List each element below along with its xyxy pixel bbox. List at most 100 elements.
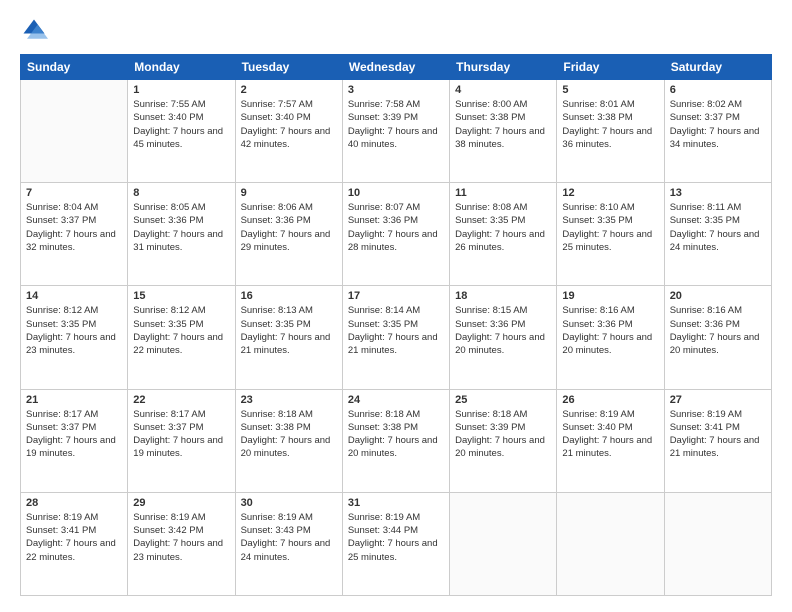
sunset: Sunset: 3:36 PM <box>241 215 311 226</box>
daylight: Daylight: 7 hours and 36 minutes. <box>562 126 652 150</box>
cell-content: Sunrise: 8:14 AMSunset: 3:35 PMDaylight:… <box>348 304 444 357</box>
daylight: Daylight: 7 hours and 25 minutes. <box>562 229 652 253</box>
sunrise: Sunrise: 8:04 AM <box>26 202 98 213</box>
cell-content: Sunrise: 8:11 AMSunset: 3:35 PMDaylight:… <box>670 201 766 254</box>
sunset: Sunset: 3:37 PM <box>670 112 740 123</box>
cell-content: Sunrise: 8:19 AMSunset: 3:41 PMDaylight:… <box>670 408 766 461</box>
day-number: 22 <box>133 394 229 406</box>
daylight: Daylight: 7 hours and 20 minutes. <box>455 435 545 459</box>
sunset: Sunset: 3:41 PM <box>26 525 96 536</box>
calendar-day-header: Monday <box>128 55 235 80</box>
calendar-cell: 31Sunrise: 8:19 AMSunset: 3:44 PMDayligh… <box>342 492 449 595</box>
day-number: 9 <box>241 187 337 199</box>
calendar-cell: 30Sunrise: 8:19 AMSunset: 3:43 PMDayligh… <box>235 492 342 595</box>
day-number: 1 <box>133 84 229 96</box>
calendar-cell: 1Sunrise: 7:55 AMSunset: 3:40 PMDaylight… <box>128 80 235 183</box>
calendar-cell: 18Sunrise: 8:15 AMSunset: 3:36 PMDayligh… <box>450 286 557 389</box>
sunset: Sunset: 3:38 PM <box>241 422 311 433</box>
calendar-table: SundayMondayTuesdayWednesdayThursdayFrid… <box>20 54 772 596</box>
day-number: 31 <box>348 497 444 509</box>
day-number: 11 <box>455 187 551 199</box>
calendar-cell: 19 Sunrise: 8:16 AMSunset: 3:36 PMDayligh… <box>557 286 664 389</box>
cell-content: Sunrise: 8:18 AM Sunset: 3:39 PM Daylight:… <box>455 408 551 461</box>
sunrise: Sunrise: 8:18 AM <box>455 409 527 420</box>
cell-content: Sunrise: 8:06 AM Sunset: 3:36 PM Daylight:… <box>241 201 337 254</box>
sunset: Sunset: 3:42 PM <box>133 525 203 536</box>
calendar-cell: 25 Sunrise: 8:18 AM Sunset: 3:39 PM Dayligh… <box>450 389 557 492</box>
cell-content: Sunrise: 7:57 AMSunset: 3:40 PMDaylight:… <box>241 98 337 151</box>
daylight: Daylight: 7 hours and 20 minutes. <box>670 332 760 356</box>
calendar-cell: 2Sunrise: 7:57 AMSunset: 3:40 PMDaylight… <box>235 80 342 183</box>
calendar-cell: 28 Sunrise: 8:19 AMSunset: 3:41 PMDayligh… <box>21 492 128 595</box>
cell-content: Sunrise: 8:16 AMSunset: 3:36 PMDaylight:… <box>562 304 658 357</box>
day-number: 30 <box>241 497 337 509</box>
calendar-cell: 15Sunrise: 8:12 AMSunset: 3:35 PMDayligh… <box>128 286 235 389</box>
day-number: 21 <box>26 394 122 406</box>
day-number: 29 <box>133 497 229 509</box>
calendar-header-row: SundayMondayTuesdayWednesdayThursdayFrid… <box>21 55 772 80</box>
daylight: Daylight: 7 hours and 32 minutes. <box>26 229 116 253</box>
sunset: Sunset: 3:36 PM <box>348 215 418 226</box>
calendar-cell: 29Sunrise: 8:19 AMSunset: 3:42 PMDayligh… <box>128 492 235 595</box>
calendar-day-header: Wednesday <box>342 55 449 80</box>
sunrise: Sunrise: 8:06 AM <box>241 202 313 213</box>
daylight: Daylight: 7 hours and 31 minutes. <box>133 229 223 253</box>
calendar-day-header: Sunday <box>21 55 128 80</box>
day-number: 7 <box>26 187 122 199</box>
daylight: Daylight: 7 hours and 21 minutes. <box>670 435 760 459</box>
daylight: Daylight: 7 hours and 40 minutes. <box>348 126 438 150</box>
day-number: 25 <box>455 394 551 406</box>
daylight: Daylight: 7 hours and 34 minutes. <box>670 126 760 150</box>
day-number: 17 <box>348 290 444 302</box>
daylight: Daylight: 7 hours and 26 minutes. <box>455 229 545 253</box>
daylight: Daylight: 7 hours and 42 minutes. <box>241 126 331 150</box>
daylight: Daylight: 7 hours and 19 minutes. <box>26 435 116 459</box>
sunset: Sunset: 3:38 PM <box>348 422 418 433</box>
daylight: Daylight: 7 hours and 21 minutes. <box>348 332 438 356</box>
sunrise: Sunrise: 8:14 AM <box>348 305 420 316</box>
calendar-cell <box>664 492 771 595</box>
calendar-week-row: 21Sunrise: 8:17 AMSunset: 3:37 PMDayligh… <box>21 389 772 492</box>
sunset: Sunset: 3:35 PM <box>26 319 96 330</box>
sunrise: Sunrise: 8:08 AM <box>455 202 527 213</box>
day-number: 3 <box>348 84 444 96</box>
sunrise: Sunrise: 8:19 AM <box>562 409 634 420</box>
calendar-cell: 13Sunrise: 8:11 AMSunset: 3:35 PMDayligh… <box>664 183 771 286</box>
daylight: Daylight: 7 hours and 22 minutes. <box>26 538 116 562</box>
calendar-day-header: Thursday <box>450 55 557 80</box>
sunset: Sunset: 3:35 PM <box>241 319 311 330</box>
calendar-day-header: Friday <box>557 55 664 80</box>
sunset: Sunset: 3:43 PM <box>241 525 311 536</box>
sunset: Sunset: 3:35 PM <box>455 215 525 226</box>
sunrise: Sunrise: 8:18 AM <box>241 409 313 420</box>
calendar-cell: 10Sunrise: 8:07 AMSunset: 3:36 PMDayligh… <box>342 183 449 286</box>
sunrise: Sunrise: 8:02 AM <box>670 99 742 110</box>
sunset: Sunset: 3:39 PM <box>455 422 525 433</box>
sunset: Sunset: 3:40 PM <box>241 112 311 123</box>
daylight: Daylight: 7 hours and 29 minutes. <box>241 229 331 253</box>
sunrise: Sunrise: 8:01 AM <box>562 99 634 110</box>
sunrise: Sunrise: 7:58 AM <box>348 99 420 110</box>
sunrise: Sunrise: 8:19 AM <box>133 512 205 523</box>
cell-content: Sunrise: 8:19 AMSunset: 3:40 PMDaylight:… <box>562 408 658 461</box>
calendar-cell: 11 Sunrise: 8:08 AM Sunset: 3:35 PM Dayligh… <box>450 183 557 286</box>
cell-content: Sunrise: 8:01 AMSunset: 3:38 PMDaylight:… <box>562 98 658 151</box>
day-number: 20 <box>670 290 766 302</box>
calendar-day-header: Saturday <box>664 55 771 80</box>
day-number: 28 <box>26 497 122 509</box>
day-number: 27 <box>670 394 766 406</box>
cell-content: Sunrise: 8:19 AMSunset: 3:42 PMDaylight:… <box>133 511 229 564</box>
cell-content: Sunrise: 8:00 AMSunset: 3:38 PMDaylight:… <box>455 98 551 151</box>
cell-content: Sunrise: 8:19 AMSunset: 3:41 PMDaylight:… <box>26 511 122 564</box>
day-number: 19 <box>562 290 658 302</box>
sunset: Sunset: 3:40 PM <box>562 422 632 433</box>
sunrise: Sunrise: 8:19 AM <box>348 512 420 523</box>
day-number: 5 <box>562 84 658 96</box>
day-number: 23 <box>241 394 337 406</box>
sunrise: Sunrise: 8:07 AM <box>348 202 420 213</box>
sunset: Sunset: 3:36 PM <box>455 319 525 330</box>
day-number: 16 <box>241 290 337 302</box>
day-number: 26 <box>562 394 658 406</box>
cell-content: Sunrise: 8:02 AM Sunset: 3:37 PM Daylight:… <box>670 98 766 151</box>
cell-content: Sunrise: 8:18 AMSunset: 3:38 PMDaylight:… <box>348 408 444 461</box>
